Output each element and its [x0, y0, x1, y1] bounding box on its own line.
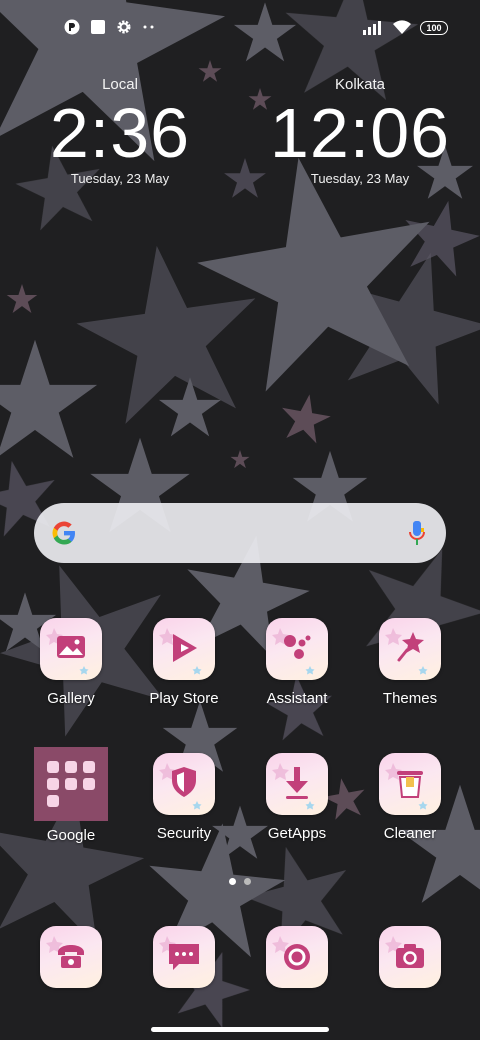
- clock-city: Kolkata: [334, 76, 386, 93]
- security-icon: [153, 753, 215, 815]
- battery-icon: 100: [420, 20, 448, 35]
- app-security[interactable]: Security: [134, 753, 234, 842]
- app-play-store[interactable]: Play Store: [134, 618, 234, 707]
- gallery-icon: [40, 618, 102, 680]
- clock-widget-kolkata[interactable]: Kolkata 12:06 Tuesday, 23 May: [260, 76, 460, 186]
- assistant-icon: [266, 618, 328, 680]
- google-search-bar[interactable]: [34, 503, 446, 563]
- getapps-icon: [266, 753, 328, 815]
- signal-icon: [363, 20, 381, 35]
- app-notification-icon: [64, 19, 80, 35]
- clock-date: Tuesday, 23 May: [310, 171, 410, 186]
- app-gallery[interactable]: Gallery: [21, 618, 121, 707]
- dock-messages[interactable]: [134, 926, 234, 988]
- app-assistant[interactable]: Assistant: [247, 618, 347, 707]
- themes-icon: [379, 618, 441, 680]
- app-cleaner[interactable]: Cleaner: [360, 753, 460, 842]
- gear-icon: [117, 20, 131, 34]
- dock-browser[interactable]: [247, 926, 347, 988]
- folder-google[interactable]: Google: [21, 747, 121, 844]
- square-notification-icon: [91, 20, 105, 34]
- clock-date: Tuesday, 23 May: [70, 171, 170, 186]
- clock-widget-local[interactable]: Local 2:36 Tuesday, 23 May: [20, 76, 220, 186]
- clock-time: 2:36: [49, 94, 191, 172]
- app-label: Security: [156, 825, 212, 842]
- app-label: Themes: [382, 690, 438, 707]
- page-indicator: [0, 878, 480, 885]
- app-themes[interactable]: Themes: [360, 618, 460, 707]
- app-label: GetApps: [267, 825, 327, 842]
- play-store-icon: [153, 618, 215, 680]
- app-getapps[interactable]: GetApps: [247, 753, 347, 842]
- status-bar: 100: [0, 0, 480, 56]
- app-label: Gallery: [47, 690, 95, 707]
- camera-icon: [379, 926, 441, 988]
- microphone-icon[interactable]: [408, 519, 426, 547]
- app-label: Cleaner: [383, 825, 437, 842]
- page-dot: [244, 878, 251, 885]
- dock-phone[interactable]: [21, 926, 121, 988]
- folder-icon: [34, 747, 108, 821]
- messages-icon: [153, 926, 215, 988]
- app-label: Assistant: [266, 690, 328, 707]
- system-icons: 100: [362, 20, 448, 35]
- cleaner-icon: [379, 753, 441, 815]
- google-logo-icon: [52, 521, 75, 545]
- app-label: Play Store: [149, 690, 219, 707]
- app-label: Google: [46, 827, 96, 844]
- more-dots-icon: [143, 25, 154, 29]
- gesture-navigation-bar[interactable]: [151, 1027, 329, 1032]
- notification-icons: [64, 19, 156, 35]
- phone-icon: [40, 926, 102, 988]
- dock-camera[interactable]: [360, 926, 460, 988]
- browser-icon: [266, 926, 328, 988]
- wifi-icon: [393, 20, 411, 34]
- clock-time: 12:06: [269, 94, 451, 172]
- page-dot-active: [229, 878, 236, 885]
- clock-city: Local: [102, 76, 138, 93]
